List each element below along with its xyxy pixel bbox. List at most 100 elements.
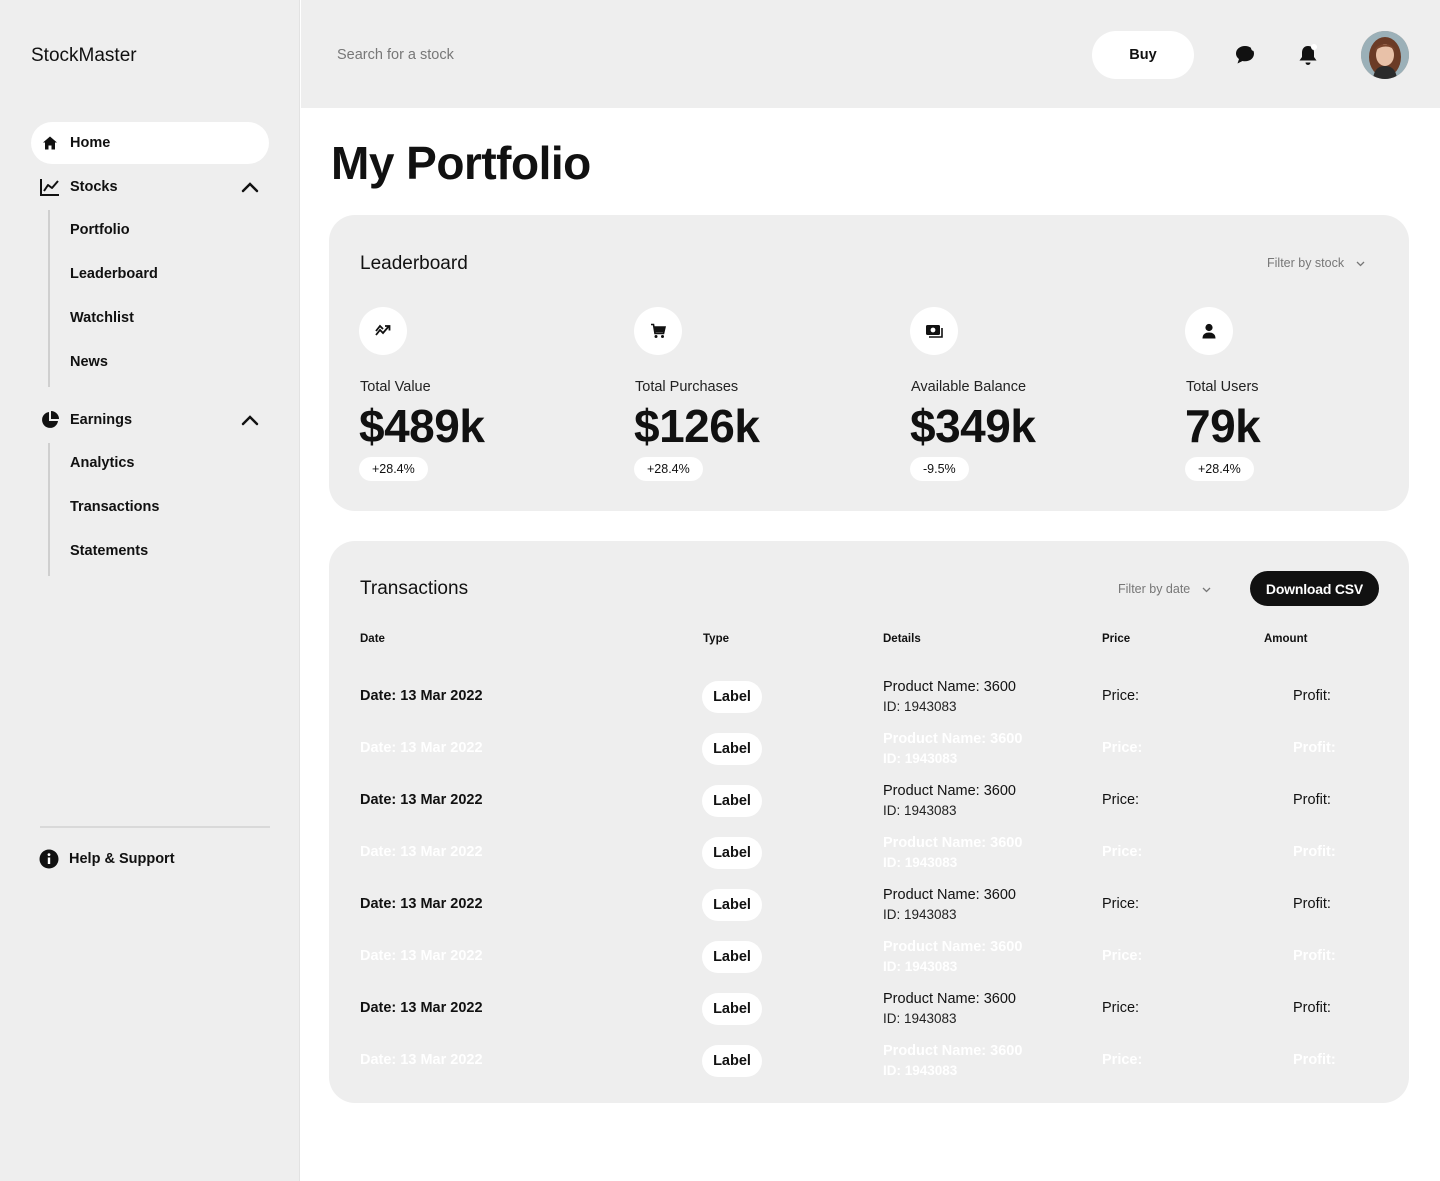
stat-label: Total Users — [1186, 379, 1259, 395]
type-label-chip[interactable]: Label — [702, 1045, 762, 1077]
sidebar-item-analytics[interactable]: Analytics — [70, 455, 134, 471]
top-bar: Buy — [301, 0, 1440, 108]
avatar[interactable] — [1361, 31, 1409, 79]
row-amount: Profit: — [1293, 948, 1336, 964]
column-header-date[interactable]: Date — [360, 633, 385, 645]
chevron-up-icon[interactable] — [240, 177, 260, 197]
column-header-details[interactable]: Details — [883, 633, 921, 645]
type-label-chip[interactable]: Label — [702, 993, 762, 1025]
sidebar-item-home[interactable]: Home — [31, 122, 269, 164]
row-details: Product Name: 3600 ID: 1943083 — [883, 989, 1016, 1029]
search-input[interactable] — [337, 38, 737, 72]
column-header-type[interactable]: Type — [703, 633, 729, 645]
table-row[interactable]: Date: 13 Mar 2022 Label Product Name: 36… — [329, 983, 1409, 1035]
type-label-chip[interactable]: Label — [702, 889, 762, 921]
product-name: Product Name: 3600 — [883, 887, 1016, 903]
column-header-amount[interactable]: Amount — [1264, 633, 1307, 645]
product-name: Product Name: 3600 — [883, 939, 1023, 955]
product-id: ID: 1943083 — [883, 855, 958, 870]
stat-value: $349k — [910, 400, 1036, 452]
filter-label: Filter by date — [1118, 582, 1191, 596]
change-badge: +28.4% — [359, 457, 428, 481]
chat-icon[interactable] — [1234, 43, 1258, 67]
stat-label: Total Value — [360, 379, 431, 395]
row-amount: Profit: — [1293, 688, 1331, 704]
row-details: Product Name: 3600 ID: 1943083 — [883, 833, 1022, 873]
row-amount: Profit: — [1293, 896, 1331, 912]
row-details: Product Name: 3600 ID: 1943083 — [883, 677, 1016, 717]
transactions-title: Transactions — [360, 578, 469, 599]
row-price: Price: — [1102, 740, 1143, 756]
bell-icon[interactable] — [1296, 43, 1320, 67]
sidebar-item-statements[interactable]: Statements — [70, 543, 148, 559]
product-id: ID: 1943083 — [883, 751, 958, 766]
row-date: Date: 13 Mar 2022 — [360, 1000, 483, 1016]
sidebar-item-label: Home — [70, 135, 111, 151]
type-label-chip[interactable]: Label — [702, 837, 762, 869]
submenu-line — [48, 443, 50, 576]
type-label-chip[interactable]: Label — [702, 785, 762, 817]
table-row[interactable]: Date: 13 Mar 2022 Label Product Name: 36… — [329, 879, 1409, 931]
filter-by-date-dropdown[interactable]: Filter by date — [1118, 582, 1211, 596]
info-icon — [39, 849, 59, 869]
row-amount: Profit: — [1293, 1052, 1336, 1068]
submenu-line — [48, 210, 50, 387]
type-label-chip[interactable]: Label — [702, 941, 762, 973]
product-id: ID: 1943083 — [883, 1063, 958, 1078]
sidebar-item-stocks[interactable]: Stocks — [31, 166, 269, 208]
product-name: Product Name: 3600 — [883, 783, 1016, 799]
type-label-chip[interactable]: Label — [702, 733, 762, 765]
filter-by-stock-dropdown[interactable]: Filter by stock — [1267, 256, 1365, 270]
row-date: Date: 13 Mar 2022 — [360, 948, 483, 964]
product-id: ID: 1943083 — [883, 1011, 957, 1026]
table-row[interactable]: Date: 13 Mar 2022 Label Product Name: 36… — [329, 775, 1409, 827]
column-header-price[interactable]: Price — [1102, 633, 1130, 645]
table-row[interactable]: Date: 13 Mar 2022 Label Product Name: 36… — [329, 827, 1409, 879]
cart-icon — [634, 307, 682, 355]
table-row[interactable]: Date: 13 Mar 2022 Label Product Name: 36… — [329, 671, 1409, 723]
leaderboard-title: Leaderboard — [360, 253, 468, 274]
table-row[interactable]: Date: 13 Mar 2022 Label Product Name: 36… — [329, 931, 1409, 983]
stat-label: Total Purchases — [635, 379, 739, 395]
stat-available-balance: Available Balance $349k -9.5% — [910, 307, 1150, 487]
user-icon — [1185, 307, 1233, 355]
table-row[interactable]: Date: 13 Mar 2022 Label Product Name: 36… — [329, 723, 1409, 775]
sidebar-item-news[interactable]: News — [70, 354, 108, 370]
stat-total-users: Total Users 79k +28.4% — [1185, 307, 1425, 487]
sidebar-item-portfolio[interactable]: Portfolio — [70, 222, 130, 238]
stat-total-purchases: Total Purchases $126k +28.4% — [634, 307, 874, 487]
page-title: My Portfolio — [331, 137, 591, 189]
row-price: Price: — [1102, 1000, 1140, 1016]
stat-value: $489k — [359, 400, 485, 452]
chevron-up-icon[interactable] — [240, 410, 260, 430]
sidebar-item-earnings[interactable]: Earnings — [31, 399, 269, 441]
sidebar-item-transactions[interactable]: Transactions — [70, 499, 159, 515]
change-badge: -9.5% — [910, 457, 969, 481]
row-date: Date: 13 Mar 2022 — [360, 896, 483, 912]
product-name: Product Name: 3600 — [883, 835, 1023, 851]
brand-logo[interactable]: StockMaster — [31, 45, 137, 67]
row-amount: Profit: — [1293, 792, 1331, 808]
product-id: ID: 1943083 — [883, 959, 958, 974]
row-price: Price: — [1102, 844, 1143, 860]
sidebar-item-watchlist[interactable]: Watchlist — [70, 310, 134, 326]
row-date: Date: 13 Mar 2022 — [360, 688, 483, 704]
row-amount: Profit: — [1293, 740, 1336, 756]
stat-value: $126k — [634, 400, 760, 452]
buy-button[interactable]: Buy — [1092, 31, 1194, 79]
row-details: Product Name: 3600 ID: 1943083 — [883, 1041, 1022, 1081]
type-label-chip[interactable]: Label — [702, 681, 762, 713]
filter-label: Filter by stock — [1267, 256, 1345, 270]
sidebar: StockMaster Home Stocks Portfolio Leader… — [0, 0, 300, 1181]
stat-label: Available Balance — [911, 379, 1027, 395]
sidebar-item-label: Help & Support — [69, 851, 175, 867]
row-amount: Profit: — [1293, 844, 1336, 860]
divider — [40, 826, 270, 828]
sidebar-item-leaderboard[interactable]: Leaderboard — [70, 266, 158, 282]
download-csv-button[interactable]: Download CSV — [1250, 571, 1379, 606]
row-details: Product Name: 3600 ID: 1943083 — [883, 885, 1016, 925]
help-support-link[interactable]: Help & Support — [30, 838, 268, 880]
table-row[interactable]: Date: 13 Mar 2022 Label Product Name: 36… — [329, 1035, 1409, 1087]
row-date: Date: 13 Mar 2022 — [360, 740, 483, 756]
line-chart-icon — [40, 177, 60, 197]
